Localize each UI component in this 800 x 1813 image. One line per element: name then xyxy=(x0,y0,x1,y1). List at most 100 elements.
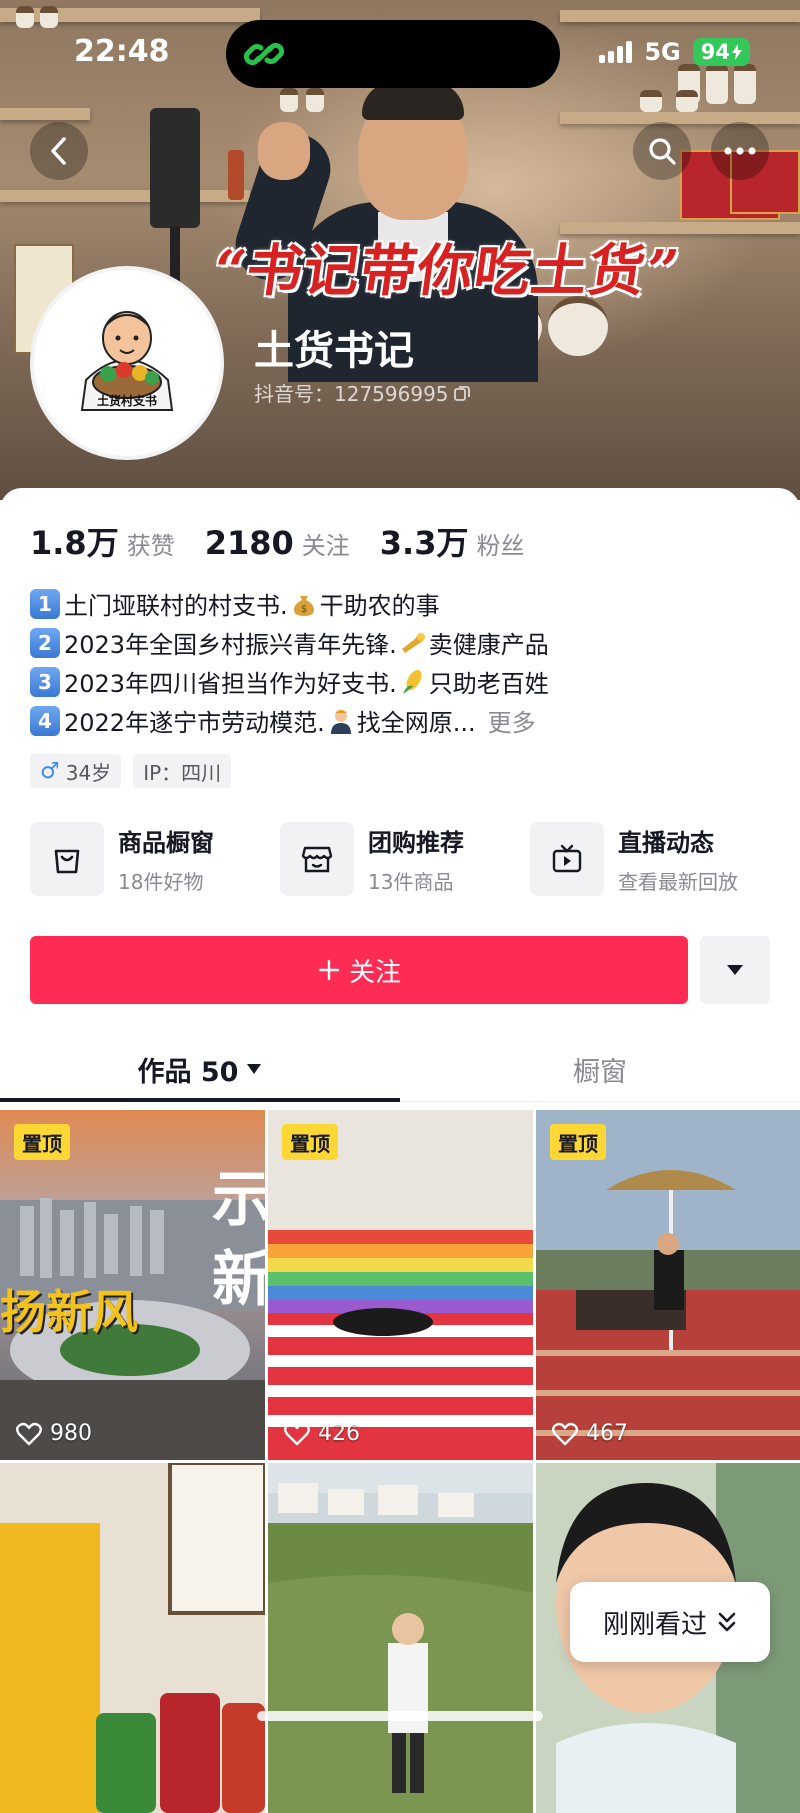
age-tag: ♂ 34岁 xyxy=(30,754,122,788)
video-likes: 467 xyxy=(552,1421,628,1446)
likes-count: 980 xyxy=(50,1421,92,1446)
shelf xyxy=(560,112,800,124)
stat-number: 3.3万 xyxy=(379,524,469,562)
video-tile[interactable]: 置顶 426 xyxy=(268,1110,533,1460)
likes-count: 426 xyxy=(318,1421,360,1446)
person-icon xyxy=(330,709,351,734)
video-tile[interactable]: 置顶 467 xyxy=(536,1110,800,1460)
video-tile[interactable] xyxy=(268,1463,533,1813)
stat-label: 粉丝 xyxy=(476,532,525,560)
video-likes: 980 xyxy=(16,1421,92,1446)
product-jar xyxy=(640,90,662,112)
service-showcase[interactable]: 商品橱窗 18件好物 xyxy=(30,822,280,896)
tab-showcase[interactable]: 橱窗 xyxy=(400,1036,800,1102)
tab-label: 作品 50 xyxy=(137,1056,239,1088)
profile-stats: 1.8万 获赞 2180 关注 3.3万 粉丝 xyxy=(30,518,524,564)
back-button[interactable] xyxy=(30,122,88,180)
pinned-badge: 置顶 xyxy=(14,1124,70,1160)
content-tabs: 作品 50 橱窗 xyxy=(0,1036,800,1102)
double-chevron-down-icon xyxy=(718,1612,736,1632)
tab-active-indicator xyxy=(0,1098,400,1102)
phone-stand xyxy=(150,108,200,228)
bio-text: 卖健康产品 xyxy=(428,631,549,659)
signal-icon xyxy=(599,41,633,63)
recently-viewed-button[interactable]: 刚刚看过 xyxy=(570,1582,770,1662)
follow-button[interactable]: 关注 xyxy=(30,936,688,1004)
svg-text:新: 新 xyxy=(212,1245,265,1315)
video-tile[interactable]: 示 新 扬新风 置顶 980 xyxy=(0,1110,265,1460)
video-thumbnail xyxy=(536,1110,800,1460)
battery-level: 94 xyxy=(700,40,730,64)
caret-down-icon[interactable] xyxy=(246,1063,262,1075)
douyin-id-text: 抖音号：127596995 xyxy=(254,382,449,406)
network-type: 5G xyxy=(644,38,681,66)
product-jar xyxy=(734,64,756,104)
keycap-number-icon: 2 xyxy=(30,627,60,658)
age-text: 34岁 xyxy=(65,760,112,785)
stat-number: 1.8万 xyxy=(30,524,119,562)
bio-line: 2 2023年全国乡村振兴青年先锋. 卖健康产品 xyxy=(30,623,770,662)
video-likes: 426 xyxy=(284,1421,360,1446)
bio-line: 1 土门垭联村的村支书. $ 干助农的事 xyxy=(30,584,770,623)
avatar-illustration xyxy=(34,270,220,456)
caret-down-icon xyxy=(727,965,743,975)
more-options-button[interactable] xyxy=(711,122,769,180)
male-icon: ♂ xyxy=(40,758,60,784)
video-overlay-text: 扬新风 xyxy=(0,1285,138,1339)
heart-outline-icon xyxy=(16,1422,42,1445)
heart-outline-icon xyxy=(284,1422,310,1445)
more-dots-icon xyxy=(724,147,756,155)
svg-text:示: 示 xyxy=(212,1165,265,1235)
shelf xyxy=(0,8,260,22)
follow-label: 关注 xyxy=(348,957,401,988)
service-icon-box xyxy=(280,822,354,896)
tv-icon xyxy=(552,844,582,873)
service-group-buy[interactable]: 团购推荐 13件商品 xyxy=(280,822,530,896)
pinned-badge: 置顶 xyxy=(550,1124,606,1160)
avatar-caption: 土货村支书 xyxy=(96,394,157,408)
search-button[interactable] xyxy=(633,122,691,180)
ip-tag: IP：四川 xyxy=(133,754,232,788)
keycap-number-icon: 4 xyxy=(30,705,60,736)
bio-line: 3 2023年四川省担当作为好支书. 只助老百姓 xyxy=(30,662,770,701)
video-thumbnail xyxy=(268,1110,533,1460)
service-icon-box xyxy=(30,822,104,896)
service-subtitle: 查看最新回放 xyxy=(618,870,738,894)
profile-bio[interactable]: 1 土门垭联村的村支书. $ 干助农的事 2 2023年全国乡村振兴青年先锋. … xyxy=(30,584,770,740)
svg-text:$: $ xyxy=(300,604,306,615)
service-title: 商品橱窗 xyxy=(118,829,214,857)
profile-cover: “书记带你吃土货” 22:48 5G 94 土货村支书 土货书记 抖音号：127… xyxy=(0,0,800,500)
keycap-number-icon: 3 xyxy=(30,666,60,697)
video-tile[interactable] xyxy=(0,1463,265,1813)
battery-indicator: 94 xyxy=(692,38,750,66)
bag-icon xyxy=(54,849,80,874)
bio-more-link[interactable]: 更多 xyxy=(488,703,536,738)
stat-likes[interactable]: 1.8万 获赞 xyxy=(30,518,175,564)
recommend-dropdown-button[interactable] xyxy=(700,936,770,1004)
profile-nickname: 土货书记 xyxy=(254,328,414,374)
bio-text: 干助农的事 xyxy=(319,592,440,620)
pinned-badge: 置顶 xyxy=(282,1124,338,1160)
tab-works[interactable]: 作品 50 xyxy=(0,1036,400,1102)
stat-following[interactable]: 2180 关注 xyxy=(205,524,350,562)
bio-line: 4 2022年遂宁市劳动模范. 找全网原... 更多 xyxy=(30,701,770,740)
bio-text: 土门垭联村的村支书. xyxy=(64,592,288,620)
douyin-id[interactable]: 抖音号：127596995 xyxy=(254,378,471,407)
product-jar xyxy=(40,6,58,28)
search-icon xyxy=(649,138,676,165)
service-live[interactable]: 直播动态 查看最新回放 xyxy=(530,822,780,896)
copy-icon[interactable] xyxy=(453,384,471,402)
service-title: 团购推荐 xyxy=(368,829,464,857)
status-time: 22:48 xyxy=(74,34,170,69)
home-indicator xyxy=(257,1711,543,1721)
service-subtitle: 13件商品 xyxy=(368,870,454,894)
money-bag-icon: $ xyxy=(293,595,314,616)
stat-label: 关注 xyxy=(301,532,350,560)
product-jar xyxy=(706,64,728,104)
shop-icon xyxy=(301,846,333,873)
avatar[interactable]: 土货村支书 xyxy=(30,266,224,460)
trumpet-icon xyxy=(401,632,425,653)
service-entries: 商品橱窗 18件好物 团购推荐 13件商品 直播动态 查看最新回放 xyxy=(30,822,780,896)
corn-icon xyxy=(402,669,422,694)
stat-followers[interactable]: 3.3万 粉丝 xyxy=(380,518,525,564)
